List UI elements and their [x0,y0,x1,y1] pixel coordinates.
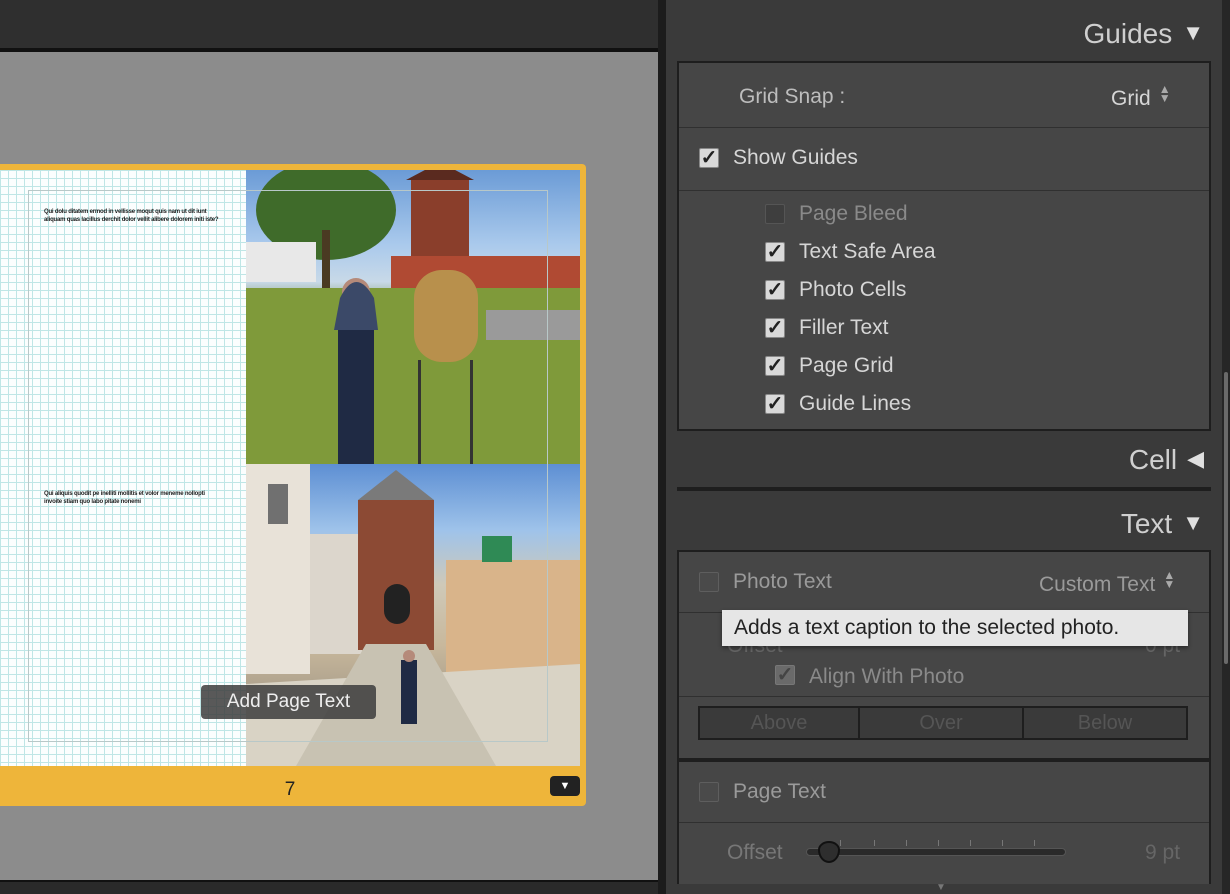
panel-separator [677,487,1211,491]
guide-item-filler-text[interactable]: ✓ Filler Text [679,315,1209,345]
photo-text-style-value: Custom Text [1039,573,1156,596]
guide-item-guide-lines[interactable]: ✓ Guide Lines [679,391,1209,421]
slider-tick [1002,840,1003,846]
divider [679,822,1209,823]
grid-snap-select[interactable]: Grid ▲ ▼ [1111,82,1171,111]
page-offset-slider-track[interactable] [806,848,1066,856]
slider-tick [938,840,939,846]
text-safe-area-label: Text Safe Area [799,240,936,263]
slider-tick [906,840,907,846]
text-safe-area-checkbox[interactable]: ✓ [765,242,785,262]
photo-text-row[interactable]: Photo Text Custom Text ▲ ▼ [679,552,1209,612]
filler-text-checkbox[interactable]: ✓ [765,318,785,338]
page-menu-button[interactable]: ▼ [550,776,580,796]
slider-tick [1034,840,1035,846]
guide-item-text-safe-area[interactable]: ✓ Text Safe Area [679,239,1209,269]
page-bleed-label: Page Bleed [799,202,908,225]
text-safe-area-guide [28,190,548,742]
page-text-row[interactable]: Page Text [679,762,1209,822]
guide-lines-label: Guide Lines [799,392,912,415]
stepper-arrows-icon: ▲ ▼ [1163,568,1176,591]
slider-tick [970,840,971,846]
filler-text-label: Filler Text [799,316,889,339]
grid-snap-label: Grid Snap : [739,85,846,108]
guides-header-label: Guides [1083,18,1173,49]
text-position-segmented-control: Above Over Below [698,706,1188,740]
photo-text-style-select[interactable]: Custom Text ▲ ▼ [1039,568,1176,597]
tooltip: Adds a text caption to the selected phot… [722,610,1188,646]
page-text-checkbox[interactable] [699,782,719,802]
book-module: Qui dolu ditatem ermod in vellisse moqut… [0,0,1230,894]
align-with-photo-row: ✓ Align With Photo [679,662,1209,692]
cell-header-label: Cell [1128,444,1178,475]
filmstrip-edge [0,880,662,894]
show-guides-row[interactable]: ✓ Show Guides [679,128,1209,190]
divider [679,190,1209,191]
collapse-triangle-icon[interactable]: ▼ [1182,20,1204,46]
page-bleed-checkbox[interactable] [765,204,785,224]
stepper-arrows-icon: ▲ ▼ [1158,82,1171,105]
guide-item-photo-cells[interactable]: ✓ Photo Cells [679,277,1209,307]
guides-panel-header[interactable]: Guides ▼ [666,18,1222,50]
cell-panel-header[interactable]: Cell ◀ [666,444,1222,476]
scroll-down-arrow-icon[interactable]: ▼ [936,882,946,893]
photo-text-label: Photo Text [733,570,832,593]
grid-snap-value: Grid [1111,87,1151,110]
slider-tick [840,840,841,846]
align-with-photo-label: Align With Photo [809,665,965,688]
panel-divider[interactable] [658,0,666,894]
slider-tick [874,840,875,846]
page-offset-label: Offset [727,841,783,864]
show-guides-checkbox[interactable]: ✓ [699,148,719,168]
page-grid-label: Page Grid [799,354,894,377]
panel-scrollbar-thumb[interactable] [1224,372,1228,664]
above-button[interactable]: Above [700,708,860,738]
guide-lines-checkbox[interactable]: ✓ [765,394,785,414]
grid-snap-row: Grid Snap : Grid ▲ ▼ [679,63,1209,127]
show-guides-label: Show Guides [733,146,858,169]
page-grid-checkbox[interactable]: ✓ [765,356,785,376]
text-panel-header[interactable]: Text ▼ [666,508,1222,540]
photo-text-checkbox[interactable] [699,572,719,592]
toolbar-strip [0,0,662,48]
page-number: 7 [284,779,296,800]
guide-item-page-bleed[interactable]: Page Bleed [679,201,1209,231]
add-page-text-button[interactable]: Add Page Text [201,685,376,719]
photo-cells-label: Photo Cells [799,278,907,301]
expand-triangle-icon[interactable]: ◀ [1187,446,1204,472]
page-offset-value: 9 pt [1145,841,1181,864]
collapse-triangle-icon[interactable]: ▼ [1182,510,1204,536]
divider [679,696,1209,697]
below-button[interactable]: Below [1024,708,1186,738]
photo-cells-checkbox[interactable]: ✓ [765,280,785,300]
guide-item-page-grid[interactable]: ✓ Page Grid [679,353,1209,383]
text-header-label: Text [1120,508,1173,539]
over-button[interactable]: Over [860,708,1024,738]
page-text-label: Page Text [733,780,827,803]
page-canvas[interactable]: Qui dolu ditatem ermod in vellisse moqut… [0,170,580,766]
guides-panel-body: Grid Snap : Grid ▲ ▼ ✓ Show Guides Page Bl… [677,61,1211,431]
page-text-section: Page Text Offset 9 pt [677,760,1211,884]
align-with-photo-checkbox[interactable]: ✓ [775,665,795,685]
